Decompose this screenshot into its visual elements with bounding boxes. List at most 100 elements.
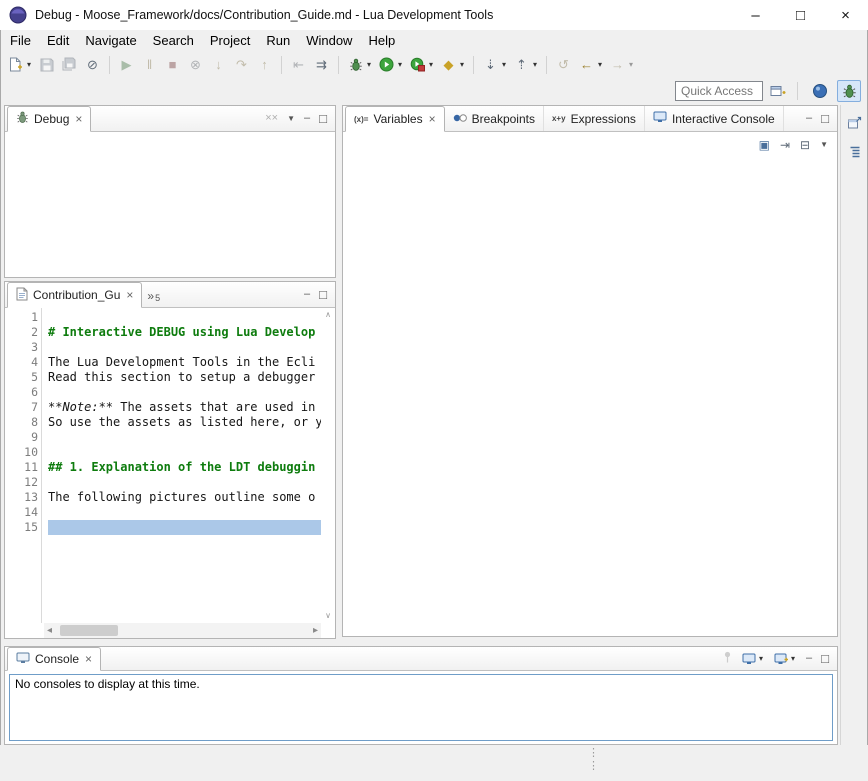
save-all-icon	[60, 55, 79, 74]
step-over-button[interactable]: ↷	[230, 54, 253, 75]
debug-perspective-button[interactable]	[837, 80, 861, 102]
close-icon[interactable]: ×	[85, 652, 92, 666]
tab-contribution-guide[interactable]: Contribution_Gu ×	[7, 282, 142, 308]
previous-annotation-button[interactable]: ⇡ ▾	[510, 54, 541, 75]
scrollbar-thumb[interactable]	[60, 625, 118, 636]
scroll-right-icon[interactable]: ▸	[313, 626, 318, 636]
outline-view-button[interactable]	[844, 141, 866, 163]
tab-interactive-console[interactable]: Interactive Console	[645, 106, 784, 131]
tab-debug[interactable]: Debug ×	[7, 106, 91, 132]
last-edit-icon: ↺	[554, 55, 573, 74]
close-icon[interactable]: ×	[75, 112, 82, 126]
dropdown-caret-icon: ▾	[365, 60, 373, 69]
terminate-button[interactable]: ■	[161, 54, 184, 75]
step-over-icon: ↷	[232, 55, 251, 74]
close-icon[interactable]: ×	[126, 288, 133, 302]
menu-project[interactable]: Project	[202, 31, 258, 50]
tab-label: Contribution_Gu	[33, 288, 120, 302]
minimize-view-button[interactable]: –	[806, 113, 812, 124]
display-selected-console-button[interactable]: ▾	[742, 653, 765, 665]
window-maximize-button[interactable]: □	[778, 0, 823, 30]
tab-expressions[interactable]: x+y Expressions	[544, 106, 645, 131]
code-line: 14	[5, 505, 321, 520]
run-button[interactable]: ▾	[375, 54, 406, 75]
minimize-view-button[interactable]: –	[806, 653, 812, 664]
resume-button[interactable]: ▶	[115, 54, 138, 75]
skip-all-breakpoints-button[interactable]: ⊘	[81, 54, 104, 75]
resume-icon: ▶	[117, 55, 136, 74]
menu-search[interactable]: Search	[145, 31, 202, 50]
close-icon[interactable]: ×	[429, 112, 436, 126]
focus-variable-button[interactable]: ⇥	[780, 139, 790, 151]
console-icon	[16, 652, 30, 667]
editor-view-tools: – □	[304, 282, 335, 307]
variables-view-tools: – □	[806, 106, 837, 131]
minimize-view-button[interactable]: –	[304, 113, 310, 124]
scroll-up-icon[interactable]: ∧	[325, 311, 331, 319]
tab-breakpoints[interactable]: Breakpoints	[445, 106, 544, 131]
window-close-button[interactable]: ×	[823, 0, 868, 30]
menu-edit[interactable]: Edit	[39, 31, 77, 50]
restore-views-button[interactable]	[844, 111, 866, 133]
grip-dots-icon: ⋮	[588, 747, 599, 760]
maximize-view-button[interactable]: □	[821, 112, 829, 125]
titlebar: Debug - Moose_Framework/docs/Contributio…	[0, 0, 868, 30]
save-all-button[interactable]	[58, 54, 81, 75]
scroll-left-icon[interactable]: ◂	[47, 626, 52, 636]
next-annotation-button[interactable]: ⇣ ▾	[479, 54, 510, 75]
line-text-rest: The assets that are used in	[113, 400, 315, 414]
collapse-all-button[interactable]: ⊟	[800, 139, 810, 151]
remove-all-terminated-button[interactable]: ××	[265, 113, 278, 124]
pin-console-button[interactable]	[722, 651, 733, 666]
status-bar-grip[interactable]: ⋮ ⋮	[588, 747, 599, 773]
window-minimize-button[interactable]: –	[733, 0, 778, 30]
editor-content[interactable]: 1 2# Interactive DEBUG using Lua Develop…	[5, 308, 335, 638]
forward-button[interactable]: → ▾	[606, 54, 637, 75]
toolbar-separator	[797, 82, 798, 100]
disconnect-button[interactable]: ⊗	[184, 54, 207, 75]
menu-navigate[interactable]: Navigate	[77, 31, 144, 50]
minimize-view-button[interactable]: –	[304, 289, 310, 300]
lua-sparkle-icon: ◆	[439, 55, 458, 74]
debug-button[interactable]: ▾	[344, 54, 375, 75]
menu-help[interactable]: Help	[360, 31, 403, 50]
step-into-button[interactable]: ↓	[207, 54, 230, 75]
external-tools-button[interactable]: ▾	[406, 54, 437, 75]
tab-variables[interactable]: (x)= Variables ×	[345, 106, 445, 132]
line-number: 15	[5, 520, 38, 535]
maximize-view-button[interactable]: □	[319, 288, 327, 301]
line-text	[48, 475, 321, 490]
use-step-filters-button[interactable]: ⇉	[310, 54, 333, 75]
view-menu-button[interactable]: ▼	[287, 115, 295, 123]
last-edit-location-button[interactable]: ↺	[552, 54, 575, 75]
new-wizard-button[interactable]: ▾	[4, 54, 35, 75]
editor-tab-overflow-button[interactable]: » 5	[142, 282, 165, 307]
quick-access-input[interactable]: Quick Access	[675, 81, 763, 101]
open-console-button[interactable]: ▾	[774, 653, 797, 665]
main-toolbar: ▾ ⊘ ▶ ‖ ■ ⊗ ↓ ↷ ↑ ⇤ ⇉	[0, 51, 868, 78]
step-return-button[interactable]: ↑	[253, 54, 276, 75]
lua-perspective-button[interactable]	[808, 80, 832, 102]
console-content[interactable]: No consoles to display at this time.	[9, 674, 833, 741]
show-logical-structures-button[interactable]: ▣	[759, 139, 770, 151]
menu-window[interactable]: Window	[298, 31, 360, 50]
back-button[interactable]: ← ▾	[575, 54, 606, 75]
code-area[interactable]: 1 2# Interactive DEBUG using Lua Develop…	[5, 310, 321, 535]
suspend-button[interactable]: ‖	[138, 54, 161, 75]
editor-vertical-scrollbar[interactable]: ∧ ∨	[321, 308, 335, 623]
view-menu-button[interactable]: ▼	[820, 141, 828, 149]
code-line: 11## 1. Explanation of the LDT debuggin	[5, 460, 321, 475]
menu-run[interactable]: Run	[258, 31, 298, 50]
lua-tools-button[interactable]: ◆ ▾	[437, 54, 468, 75]
editor-horizontal-scrollbar[interactable]: ◂ ▸	[44, 623, 321, 638]
open-perspective-button[interactable]	[768, 82, 787, 101]
menu-file[interactable]: File	[2, 31, 39, 50]
scroll-down-icon[interactable]: ∨	[325, 612, 331, 620]
save-button[interactable]	[35, 54, 58, 75]
maximize-view-button[interactable]: □	[319, 112, 327, 125]
toolbar-separator	[338, 56, 339, 74]
dropdown-caret-icon: ▾	[427, 60, 435, 69]
tab-console[interactable]: Console ×	[7, 647, 101, 671]
drop-to-frame-button[interactable]: ⇤	[287, 54, 310, 75]
maximize-view-button[interactable]: □	[821, 652, 829, 665]
